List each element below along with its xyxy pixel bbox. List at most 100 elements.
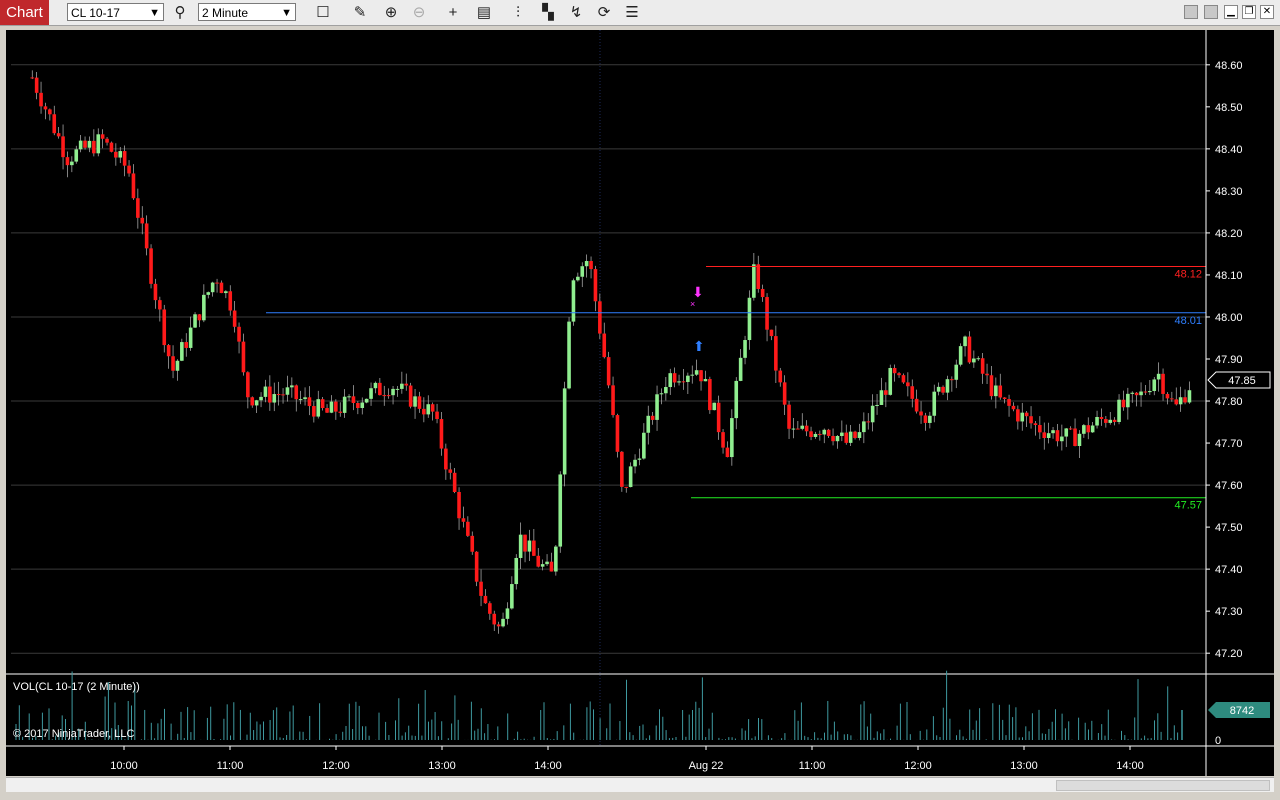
candle-body	[312, 406, 316, 417]
candle-body	[554, 546, 558, 572]
candle-body	[1170, 398, 1174, 400]
candle-body	[1033, 423, 1038, 426]
candle-body	[1068, 428, 1073, 430]
candle-body	[686, 375, 690, 382]
candle-body	[668, 373, 673, 388]
candle-body	[730, 418, 734, 458]
candle-body	[514, 557, 519, 585]
interval-select[interactable]: 2 Minute ▼	[198, 3, 296, 21]
candle-body	[716, 402, 721, 433]
candle-body	[527, 540, 532, 552]
candle-body	[598, 301, 602, 334]
y-tick-label: 47.60	[1215, 480, 1243, 492]
candle-body	[39, 92, 43, 107]
candle-body	[914, 398, 919, 412]
candle-body	[593, 269, 598, 302]
maximize-icon[interactable]: ❐	[1242, 5, 1256, 19]
horizontal-scrollbar[interactable]	[6, 777, 1274, 792]
candle-body	[153, 283, 158, 301]
candle-body	[439, 419, 444, 449]
scroll-thumb[interactable]	[1056, 780, 1270, 791]
candle-body	[1002, 397, 1007, 400]
candle-body	[910, 386, 915, 399]
candle-body	[752, 264, 756, 298]
chevron-down-icon: ▼	[281, 7, 292, 19]
zoom-out-icon[interactable]: ⊖	[409, 3, 429, 22]
pencil-icon[interactable]: ✎	[350, 3, 370, 22]
minimize-icon[interactable]: ▁	[1224, 5, 1238, 19]
candle-body	[78, 140, 83, 150]
zoom-in-icon[interactable]: ⊕	[381, 3, 401, 22]
properties-icon[interactable]: ▤	[474, 3, 494, 22]
candle-body	[1165, 393, 1170, 399]
candle-body	[998, 385, 1003, 398]
candle-body	[452, 472, 457, 492]
crosshair-icon[interactable]: +	[443, 3, 463, 22]
candle-body	[334, 401, 338, 412]
candle-body	[1099, 417, 1104, 420]
candle-body	[140, 217, 145, 224]
search-icon[interactable]: ⚲	[170, 3, 190, 22]
candle-body	[690, 374, 695, 376]
chart-tab[interactable]: Chart	[0, 0, 49, 25]
candle-body	[276, 394, 281, 396]
candle-body	[1130, 392, 1135, 394]
restore-icon[interactable]	[1184, 5, 1198, 19]
price-chart[interactable]: 48.12 48.01 47.57 48.60 48.50 48.40 48.30 48.2…	[6, 30, 1274, 776]
indicator-icon[interactable]: ↯	[566, 3, 586, 22]
candle-body	[1183, 397, 1187, 403]
bar-type-icon[interactable]: ⫶	[508, 3, 528, 22]
y-tick-label: 48.50	[1215, 102, 1243, 114]
candle-body	[510, 584, 514, 609]
candle-body	[347, 396, 351, 398]
candle-body	[413, 396, 417, 407]
candle-body	[888, 367, 893, 395]
candle-body	[285, 387, 290, 395]
tile-icon[interactable]	[1204, 5, 1218, 19]
candle-body	[848, 431, 853, 443]
candle-body	[1082, 425, 1086, 434]
candle-body	[158, 300, 162, 310]
candle-body	[536, 555, 541, 567]
candle-body	[1038, 425, 1042, 433]
candle-body	[1112, 419, 1117, 422]
candle-body	[197, 314, 202, 321]
buy-arrow-icon: ⬆	[693, 338, 705, 354]
candle-body	[879, 390, 884, 405]
x-tick-label: 13:00	[428, 760, 456, 772]
instrument-select[interactable]: CL 10-17 ▼	[67, 3, 164, 21]
candle-body	[1148, 391, 1152, 393]
x-tick-label: 12:00	[904, 760, 932, 772]
close-icon[interactable]: ✕	[1260, 5, 1274, 19]
box-icon[interactable]: ☐	[313, 3, 333, 22]
candle-body	[822, 429, 827, 435]
volume-zero-label: 0	[1215, 735, 1221, 747]
candle-body	[782, 382, 787, 405]
candle-body	[92, 140, 96, 154]
candle-body	[144, 223, 149, 249]
x-tick-label: 14:00	[1116, 760, 1144, 772]
candle-body	[769, 329, 774, 337]
strategy-icon[interactable]: ▚	[538, 3, 558, 22]
y-tick-label: 47.20	[1215, 648, 1243, 660]
candle-body	[105, 138, 109, 143]
candle-body	[518, 534, 523, 558]
candle-body	[303, 397, 307, 400]
list-icon[interactable]: ☰	[622, 3, 642, 22]
y-tick-label: 48.10	[1215, 270, 1243, 282]
candle-body	[1095, 417, 1099, 426]
candle-body	[488, 603, 492, 614]
candle-body	[1011, 405, 1016, 410]
candle-body	[184, 342, 189, 348]
candle-body	[259, 396, 263, 401]
candle-body	[571, 280, 576, 322]
candle-body	[1090, 425, 1095, 433]
candle-body	[778, 370, 783, 383]
candle-body	[329, 401, 334, 413]
candle-body	[800, 425, 805, 429]
refresh-icon[interactable]: ⟳	[594, 3, 614, 22]
candle-body	[734, 380, 739, 419]
candle-body	[954, 364, 959, 380]
candle-body	[655, 394, 659, 420]
candle-body	[923, 415, 928, 423]
